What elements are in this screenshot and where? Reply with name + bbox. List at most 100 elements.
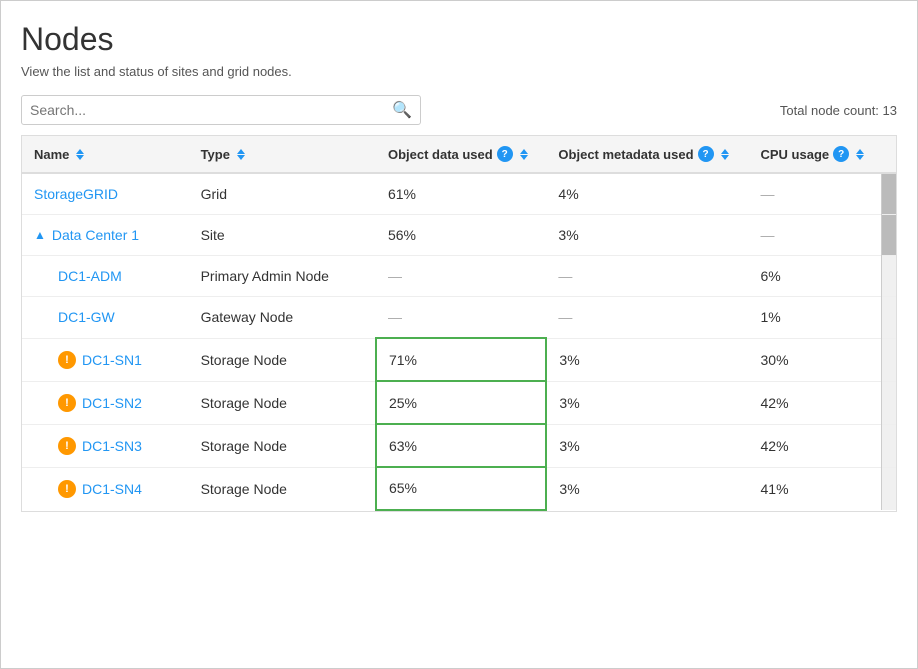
cell-type: Primary Admin Node xyxy=(189,256,376,297)
col-header-object-meta[interactable]: Object metadata used ? xyxy=(546,136,748,173)
dash-object-meta: — xyxy=(558,268,572,284)
scrollbar-cell xyxy=(881,338,896,381)
nodes-table: Name Type xyxy=(22,136,896,511)
cell-object-data: 25% xyxy=(376,381,546,424)
cell-name: DC1-GW xyxy=(22,297,189,339)
warning-icon: ! xyxy=(58,394,76,412)
dash-cpu: — xyxy=(761,186,775,202)
cell-object-data: — xyxy=(376,256,546,297)
table-header-row: Name Type xyxy=(22,136,896,173)
table-row: ▲Data Center 1Site56%3%— xyxy=(22,215,896,256)
scrollbar-header xyxy=(881,136,896,173)
nodes-table-wrapper: Name Type xyxy=(21,135,897,512)
sort-up-object-data[interactable] xyxy=(520,149,528,154)
cell-object-data: 61% xyxy=(376,173,546,215)
cell-object-meta: 3% xyxy=(546,215,748,256)
node-name-link[interactable]: DC1-SN3 xyxy=(82,438,142,454)
node-name-cell: ▲ Data Center 1 xyxy=(34,227,177,243)
table-body: StorageGRIDGrid61%4%—▲Data Center 1Site5… xyxy=(22,173,896,510)
node-name-cell: ! DC1-SN3 xyxy=(34,437,177,455)
page-subtitle: View the list and status of sites and gr… xyxy=(21,64,897,79)
page-container: Nodes View the list and status of sites … xyxy=(0,0,918,669)
cell-object-data: 65% xyxy=(376,467,546,510)
col-type-label: Type xyxy=(201,147,230,162)
scrollbar-cell xyxy=(881,215,896,256)
warning-icon: ! xyxy=(58,480,76,498)
object-data-help-icon[interactable]: ? xyxy=(497,146,513,162)
node-name-link[interactable]: DC1-SN2 xyxy=(82,395,142,411)
cell-object-meta: 4% xyxy=(546,173,748,215)
cell-type: Storage Node xyxy=(189,381,376,424)
node-name-cell: ! DC1-SN2 xyxy=(34,394,177,412)
node-count: Total node count: 13 xyxy=(780,103,897,118)
cell-cpu: 1% xyxy=(749,297,882,339)
cell-name: DC1-ADM xyxy=(22,256,189,297)
col-object-data-label: Object data used xyxy=(388,147,493,162)
cell-cpu: 30% xyxy=(749,338,882,381)
table-row: !DC1-SN2Storage Node25%3%42% xyxy=(22,381,896,424)
node-name-link[interactable]: DC1-GW xyxy=(58,309,115,325)
table-row: !DC1-SN3Storage Node63%3%42% xyxy=(22,424,896,467)
scrollbar-cell xyxy=(881,381,896,424)
col-header-object-data[interactable]: Object data used ? xyxy=(376,136,546,173)
table-row: !DC1-SN1Storage Node71%3%30% xyxy=(22,338,896,381)
sort-arrows-object-meta[interactable] xyxy=(721,149,729,160)
scrollbar-cell xyxy=(881,256,896,297)
sort-arrows-object-data[interactable] xyxy=(520,149,528,160)
table-row: DC1-ADMPrimary Admin Node——6% xyxy=(22,256,896,297)
cell-object-data: 63% xyxy=(376,424,546,467)
col-header-type[interactable]: Type xyxy=(189,136,376,173)
cell-name: ▲ Data Center 1 xyxy=(22,215,189,256)
cell-object-meta: — xyxy=(546,256,748,297)
table-row: DC1-GWGateway Node——1% xyxy=(22,297,896,339)
cell-type: Site xyxy=(189,215,376,256)
scrollbar-cell xyxy=(881,173,896,215)
dash-object-meta: — xyxy=(558,309,572,325)
cell-cpu: 42% xyxy=(749,424,882,467)
node-name-link[interactable]: Data Center 1 xyxy=(52,227,139,243)
sort-down-type[interactable] xyxy=(237,155,245,160)
cell-type: Storage Node xyxy=(189,424,376,467)
sort-up-object-meta[interactable] xyxy=(721,149,729,154)
sort-down-name[interactable] xyxy=(76,155,84,160)
col-header-cpu[interactable]: CPU usage ? xyxy=(749,136,882,173)
sort-down-object-meta[interactable] xyxy=(721,155,729,160)
node-name-link[interactable]: DC1-ADM xyxy=(58,268,122,284)
sort-down-cpu[interactable] xyxy=(856,155,864,160)
cell-type: Storage Node xyxy=(189,338,376,381)
warning-icon: ! xyxy=(58,351,76,369)
cell-cpu: 42% xyxy=(749,381,882,424)
cell-name: ! DC1-SN4 xyxy=(22,467,189,510)
sort-arrows-type[interactable] xyxy=(237,149,245,160)
sort-down-object-data[interactable] xyxy=(520,155,528,160)
sort-arrows-cpu[interactable] xyxy=(856,149,864,160)
cell-name: ! DC1-SN1 xyxy=(22,338,189,381)
cell-object-meta: — xyxy=(546,297,748,339)
sort-arrows-name[interactable] xyxy=(76,149,84,160)
search-box[interactable]: 🔍 xyxy=(21,95,421,125)
cell-name: ! DC1-SN2 xyxy=(22,381,189,424)
cpu-help-icon[interactable]: ? xyxy=(833,146,849,162)
scrollbar-cell xyxy=(881,467,896,510)
col-object-meta-label: Object metadata used xyxy=(558,147,693,162)
cell-type: Storage Node xyxy=(189,467,376,510)
toolbar: 🔍 Total node count: 13 xyxy=(21,95,897,125)
cell-object-meta: 3% xyxy=(546,338,748,381)
cell-name: StorageGRID xyxy=(22,173,189,215)
warning-icon: ! xyxy=(58,437,76,455)
node-name-link[interactable]: StorageGRID xyxy=(34,186,118,202)
cell-cpu: — xyxy=(749,173,882,215)
search-input[interactable] xyxy=(30,102,392,118)
sort-up-type[interactable] xyxy=(237,149,245,154)
scrollbar-cell xyxy=(881,297,896,339)
cell-object-meta: 3% xyxy=(546,467,748,510)
node-name-link[interactable]: DC1-SN4 xyxy=(82,481,142,497)
collapse-icon[interactable]: ▲ xyxy=(34,228,46,242)
node-name-link[interactable]: DC1-SN1 xyxy=(82,352,142,368)
col-name-label: Name xyxy=(34,147,69,162)
sort-up-cpu[interactable] xyxy=(856,149,864,154)
cell-name: ! DC1-SN3 xyxy=(22,424,189,467)
col-header-name[interactable]: Name xyxy=(22,136,189,173)
sort-up-name[interactable] xyxy=(76,149,84,154)
object-meta-help-icon[interactable]: ? xyxy=(698,146,714,162)
